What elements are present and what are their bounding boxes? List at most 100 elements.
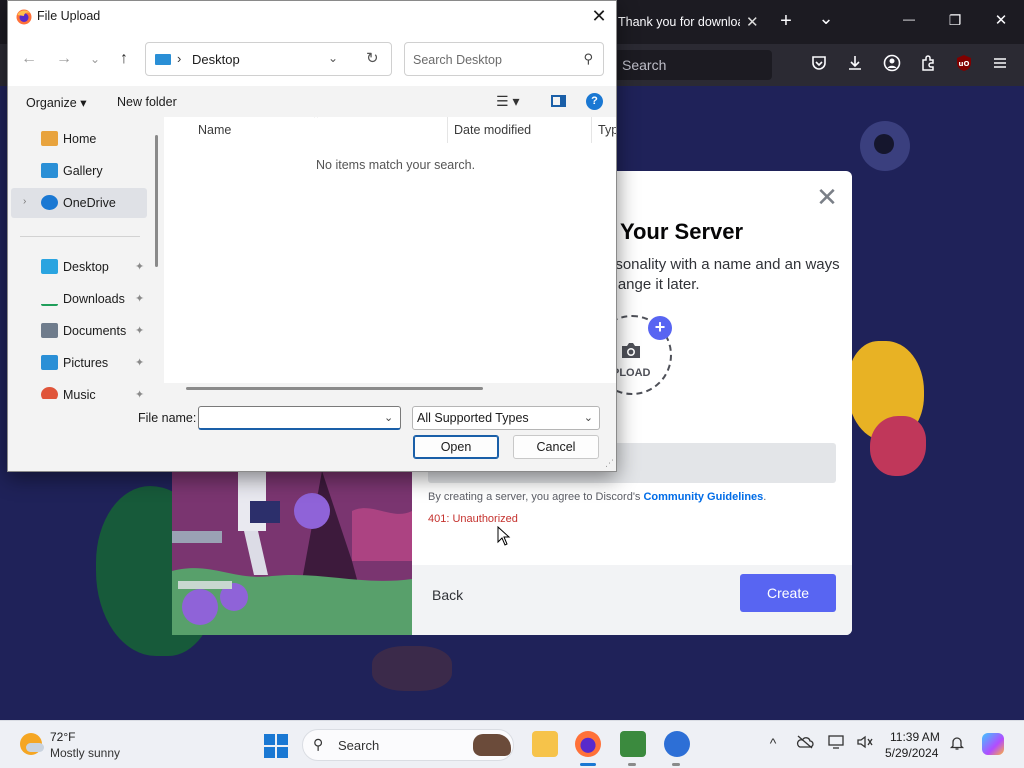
forward-arrow-icon[interactable]: → (53, 48, 75, 70)
music-icon (41, 387, 58, 399)
sort-ascending-icon: ⌃ (312, 117, 321, 125)
nav-item-desktop[interactable]: Desktop ✦ (11, 252, 147, 282)
community-guidelines-link[interactable]: Community Guidelines (643, 491, 763, 503)
nav-item-home[interactable]: Home (11, 124, 147, 154)
dialog-close-button[interactable]: ✕ (588, 5, 610, 27)
browser-tab[interactable]: Thank you for downloa ✕ (612, 4, 764, 40)
column-header-type[interactable]: Type (598, 123, 616, 137)
new-folder-button[interactable]: New folder (117, 95, 177, 109)
clock-time[interactable]: 11:39 AM (890, 730, 940, 744)
nav-item-downloads[interactable]: Downloads ✦ (11, 284, 147, 314)
create-button[interactable]: Create (740, 574, 836, 612)
windows-logo-tile (264, 747, 275, 758)
add-icon[interactable]: + (648, 316, 672, 340)
start-button[interactable] (264, 734, 288, 758)
dialog-titlebar[interactable]: File Upload ✕ (8, 1, 616, 32)
onedrive-tray-icon[interactable] (796, 735, 814, 752)
search-desktop-input[interactable]: Search Desktop ⚲ (404, 42, 604, 76)
clock-date[interactable]: 5/29/2024 (885, 746, 938, 760)
chevron-down-icon[interactable]: ⌄ (328, 51, 338, 65)
notepad-app-icon[interactable] (620, 731, 646, 757)
close-tab-icon[interactable]: ✕ (746, 13, 759, 31)
nav-item-music[interactable]: Music ✦ (11, 380, 147, 399)
cancel-button[interactable]: Cancel (513, 435, 599, 459)
nav-item-documents[interactable]: Documents ✦ (11, 316, 147, 346)
expand-chevron-icon[interactable]: › (23, 196, 26, 207)
navigation-scrollbar[interactable] (155, 135, 158, 267)
pin-icon: ✦ (135, 325, 145, 337)
chevron-up-icon[interactable]: ^ (764, 735, 782, 751)
downloads-icon[interactable] (844, 54, 866, 76)
back-arrow-icon[interactable]: ← (18, 48, 40, 70)
nav-item-gallery[interactable]: Gallery (11, 156, 147, 186)
back-button[interactable]: Back (432, 587, 463, 603)
new-tab-button[interactable]: + (776, 10, 796, 33)
home-icon (41, 131, 58, 146)
firefox-taskbar-icon[interactable] (575, 731, 601, 757)
restore-button[interactable]: ❐ (944, 12, 966, 29)
open-button[interactable]: Open (413, 435, 499, 459)
file-name-input[interactable] (198, 406, 401, 430)
list-tabs-button[interactable]: ⌄ (816, 8, 836, 29)
chevron-down-icon[interactable]: ⌄ (584, 411, 593, 424)
desktop-folder-icon (155, 54, 171, 65)
account-icon[interactable] (881, 54, 903, 76)
modal-close-icon[interactable]: ✕ (816, 184, 838, 210)
minimize-button[interactable]: — (898, 12, 920, 26)
windows-logo-tile (264, 734, 275, 745)
nav-item-onedrive[interactable]: › OneDrive (11, 188, 147, 218)
terms-suffix: . (763, 491, 767, 503)
chevron-down-icon[interactable]: ⌄ (384, 411, 393, 424)
weather-description[interactable]: Mostly sunny (50, 746, 120, 760)
view-options-icon[interactable]: ☰ ▾ (496, 93, 519, 110)
nav-item-label: Desktop (63, 260, 109, 274)
resize-grip-icon[interactable]: ⋰ (605, 458, 614, 469)
extensions-icon[interactable] (917, 54, 939, 76)
file-explorer-icon[interactable] (532, 731, 558, 757)
file-type-value: All Supported Types (417, 411, 529, 425)
address-bar[interactable]: › Desktop ⌄ ↻ (145, 42, 392, 76)
volume-muted-icon[interactable] (856, 735, 874, 752)
weather-temperature[interactable]: 72°F (50, 730, 75, 744)
column-separator[interactable] (447, 117, 448, 143)
preview-pane-icon[interactable] (551, 95, 566, 107)
help-icon[interactable]: ? (586, 93, 603, 110)
column-separator[interactable] (591, 117, 592, 143)
pocket-icon[interactable] (808, 54, 830, 76)
upload-label: PLOAD (612, 367, 651, 379)
taskbar-search[interactable]: ⚲ Search (302, 729, 514, 761)
nav-item-pictures[interactable]: Pictures ✦ (11, 348, 147, 378)
column-header-date-modified[interactable]: Date modified (454, 123, 531, 137)
windows-logo-tile (277, 747, 288, 758)
file-name-label: File name: (138, 411, 197, 425)
modal-title: e Your Server (602, 219, 744, 244)
organize-button[interactable]: Organize ▾ (26, 95, 86, 110)
svg-text:uO: uO (959, 60, 970, 68)
file-type-select[interactable]: All Supported Types ⌄ (412, 406, 600, 430)
copilot-icon[interactable] (982, 733, 1004, 755)
display-icon[interactable] (828, 735, 846, 752)
navigation-divider (20, 236, 140, 237)
desktop-icon (41, 259, 58, 274)
nav-item-label: Music (63, 388, 96, 399)
pin-icon: ✦ (135, 261, 145, 273)
recent-locations-icon[interactable]: ⌄ (84, 48, 106, 70)
up-arrow-icon[interactable]: ↑ (113, 48, 135, 70)
ublock-origin-icon[interactable]: uO (953, 54, 975, 76)
app-icon[interactable] (664, 731, 690, 757)
background-sandwich-decoration (372, 646, 452, 691)
menu-icon[interactable] (989, 54, 1011, 76)
column-header-name[interactable]: Name (198, 123, 231, 137)
url-bar[interactable]: Search (612, 50, 772, 80)
refresh-icon[interactable]: ↻ (366, 49, 379, 67)
dialog-title: File Upload (37, 9, 101, 23)
search-highlight-otter-icon (473, 734, 511, 756)
notification-bell-icon[interactable] (948, 735, 966, 754)
nav-item-label: Home (63, 132, 97, 146)
horizontal-scrollbar[interactable] (186, 387, 483, 390)
address-path[interactable]: Desktop (192, 52, 240, 67)
window-close-button[interactable]: ✕ (990, 11, 1012, 29)
taskbar-search-label: Search (338, 738, 380, 753)
background-red-character-decoration (870, 416, 926, 476)
nav-item-label: Pictures (63, 356, 109, 370)
